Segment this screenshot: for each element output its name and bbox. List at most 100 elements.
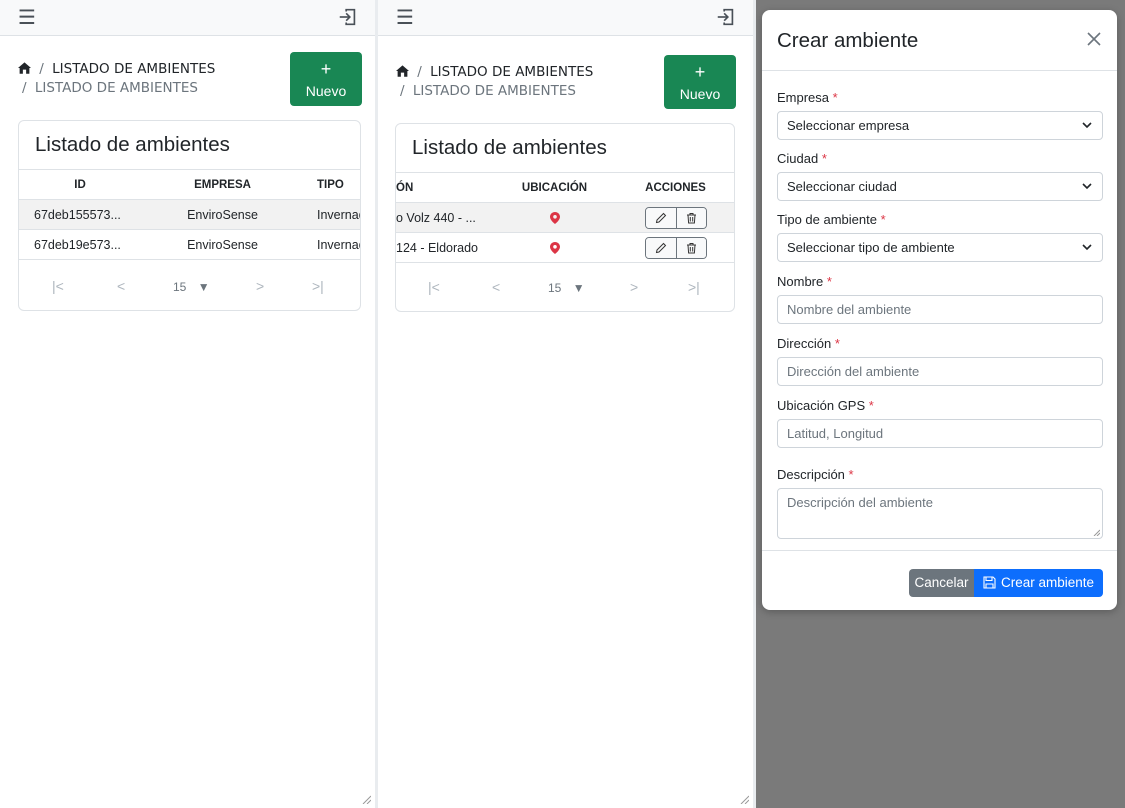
prev-page-button[interactable]: < [117,278,125,294]
cell-ubicacion [494,202,615,233]
resize-grip-icon[interactable] [1093,529,1100,536]
home-icon[interactable] [18,62,31,74]
empresa-label: Empresa * [777,90,838,105]
nombre-input[interactable]: Nombre del ambiente [777,295,1103,324]
gps-input[interactable]: Latitud, Longitud [777,419,1103,448]
page-size-select[interactable]: 15 ▼ [548,281,585,295]
breadcrumb: / LISTADO DE AMBIENTES / LISTADO DE AMBI… [396,63,593,101]
modal-header: Crear ambiente [762,10,1117,71]
direccion-input[interactable]: Dirección del ambiente [777,357,1103,386]
column-header-tipo[interactable]: TIPO [304,169,360,200]
cell-direccion: o Volz 440 - ... [396,202,494,233]
hamburger-icon[interactable]: ☰ [18,6,36,28]
gps-label: Ubicación GPS * [777,398,874,413]
column-header-direccion[interactable]: ÓN [396,172,494,203]
column-header-empresa[interactable]: EMPRESA [141,169,304,200]
trash-icon [686,242,696,253]
page-size-value: 15 [173,280,187,294]
direccion-label: Dirección * [777,336,840,351]
first-page-button[interactable]: |< [428,279,440,295]
modal-footer: Cancelar Crear ambiente [762,550,1117,610]
tipo-select-value: Seleccionar tipo de ambiente [787,240,955,255]
create-environment-button[interactable]: Crear ambiente [974,569,1103,597]
required-mark: * [880,212,886,227]
breadcrumb-separator: / [39,61,44,77]
new-button[interactable]: + Nuevo [664,55,736,109]
prev-page-button[interactable]: < [492,279,500,295]
ciudad-label-text: Ciudad [777,151,819,166]
breadcrumb-item[interactable]: LISTADO DE AMBIENTES [52,61,215,77]
location-pin-icon[interactable] [549,211,560,224]
next-page-button[interactable]: > [256,278,264,294]
top-bar: ☰ [378,0,753,36]
hamburger-icon[interactable]: ☰ [396,6,414,28]
list-view-panel-left: ☰ / LISTADO DE AMBIENTES / LISTADO DE AM… [0,0,375,808]
cell-tipo: Invernad [304,199,360,230]
delete-button[interactable] [675,237,706,258]
environments-card: Listado de ambientes ID EMPRESA TIPO 67d… [18,120,361,311]
column-header-acciones[interactable]: ACCIONES [615,172,734,203]
cell-acciones [615,232,734,263]
ciudad-label: Ciudad * [777,151,827,166]
create-button-label: Crear ambiente [1000,575,1095,590]
cell-empresa: EnviroSense [141,199,304,230]
resize-grip-icon[interactable] [739,794,749,804]
cell-tipo: Invernad [304,229,360,260]
gps-label-text: Ubicación GPS [777,398,866,413]
descripcion-textarea[interactable]: Descripción del ambiente [777,488,1103,539]
environments-table: ID EMPRESA TIPO 67deb155573... EnviroSen… [19,169,360,260]
empresa-select[interactable]: Seleccionar empresa [777,111,1103,140]
empresa-select-value: Seleccionar empresa [787,118,910,133]
new-button[interactable]: + Nuevo [290,52,362,106]
tipo-label-text: Tipo de ambiente [777,212,877,227]
close-icon[interactable] [1086,31,1102,47]
descripcion-label: Descripción * [777,467,854,482]
last-page-button[interactable]: >| [688,279,700,295]
create-environment-modal: Crear ambiente Empresa * Seleccionar emp… [762,10,1117,610]
pencil-icon [655,242,666,253]
nombre-label: Nombre * [777,274,832,289]
cancel-button[interactable]: Cancelar [909,569,974,597]
delete-button[interactable] [675,207,706,228]
logout-icon[interactable] [715,6,737,28]
page-size-value: 15 [548,281,562,295]
caret-down-icon: ▼ [197,280,210,294]
chevron-down-icon [1082,122,1092,129]
new-button-label: Nuevo [679,86,721,102]
location-pin-icon[interactable] [549,241,560,254]
ciudad-select-value: Seleccionar ciudad [787,179,897,194]
resize-grip-icon[interactable] [361,794,371,804]
first-page-button[interactable]: |< [52,278,64,294]
edit-button[interactable] [645,237,676,258]
table-row[interactable]: o Volz 440 - ... [396,202,734,233]
cell-direccion: 124 - Eldorado [396,232,494,263]
table-row[interactable]: 67deb19e573... EnviroSense Invernad [19,229,360,260]
table-row[interactable]: 67deb155573... EnviroSense Invernad [19,199,360,230]
last-page-button[interactable]: >| [312,278,324,294]
breadcrumb-separator: / [22,80,27,96]
next-page-button[interactable]: > [630,279,638,295]
edit-button[interactable] [645,207,676,228]
breadcrumb: / LISTADO DE AMBIENTES / LISTADO DE AMBI… [18,60,215,98]
caret-down-icon: ▼ [572,281,585,295]
column-header-id[interactable]: ID [19,169,141,200]
modal-title: Crear ambiente [777,29,919,52]
page-size-select[interactable]: 15 ▼ [173,280,210,294]
ciudad-select[interactable]: Seleccionar ciudad [777,172,1103,201]
breadcrumb-item[interactable]: LISTADO DE AMBIENTES [430,64,593,80]
breadcrumb-current: LISTADO DE AMBIENTES [412,83,576,99]
paginator: |< < 15 ▼ > >| [396,279,734,299]
tipo-select[interactable]: Seleccionar tipo de ambiente [777,233,1103,262]
logout-icon[interactable] [337,6,359,28]
card-title: Listado de ambientes [35,133,230,156]
tipo-label: Tipo de ambiente * [777,212,886,227]
paginator: |< < 15 ▼ > >| [19,278,360,298]
breadcrumb-separator: / [400,83,405,99]
environments-card: Listado de ambientes ÓN UBICACIÓN ACCION… [395,123,735,312]
empresa-label-text: Empresa [777,90,830,105]
home-icon[interactable] [396,65,409,77]
save-icon [983,576,996,589]
table-row[interactable]: 124 - Eldorado [396,232,734,263]
cell-id: 67deb155573... [19,199,141,230]
column-header-ubicacion[interactable]: UBICACIÓN [494,172,615,203]
